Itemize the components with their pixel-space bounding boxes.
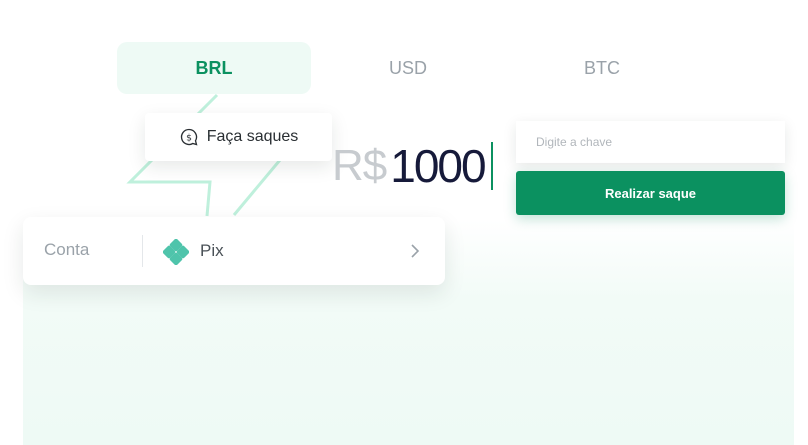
pix-icon (163, 239, 189, 265)
amount-display[interactable]: R$ 1000 (332, 136, 493, 196)
account-label: Conta (44, 240, 90, 259)
text-caret (490, 142, 493, 190)
account-selector[interactable]: Conta Pix (23, 217, 445, 285)
amount-value: 1000 (390, 140, 486, 192)
tab-brl[interactable]: BRL (117, 42, 311, 94)
withdraw-promo-card: $ Faça saques (145, 113, 332, 161)
divider (142, 235, 143, 267)
payment-method-label: Pix (200, 241, 224, 260)
withdraw-button[interactable]: Realizar saque (516, 171, 785, 215)
promo-label: Faça saques (206, 128, 299, 145)
chevron-right-icon[interactable] (409, 242, 421, 260)
pix-key-input[interactable] (516, 121, 785, 163)
dollar-coin-chat-icon: $ (180, 128, 198, 146)
tab-usd[interactable]: USD (311, 42, 505, 94)
currency-symbol: R$ (332, 141, 387, 190)
tab-btc[interactable]: BTC (505, 42, 699, 94)
svg-text:$: $ (186, 132, 192, 143)
